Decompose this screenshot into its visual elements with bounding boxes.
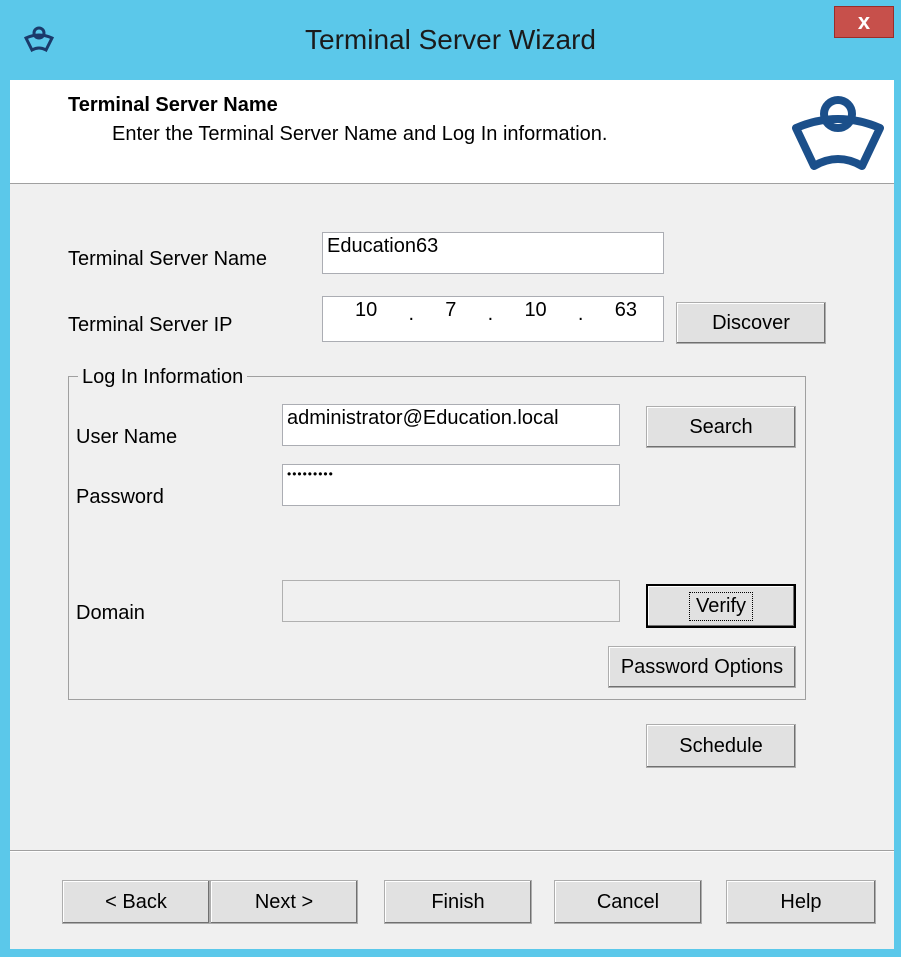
help-button[interactable]: Help [726,880,876,924]
ip-separator: . [577,303,584,325]
window-title: Terminal Server Wizard [305,24,596,55]
discover-button[interactable]: Discover [676,302,826,344]
user-name-label: User Name [76,426,178,448]
domain-label: Domain [76,602,145,624]
page-subtitle: Enter the Terminal Server Name and Log I… [112,123,608,145]
server-name-label: Terminal Server Name [68,248,267,270]
server-name-input[interactable]: Education63 [322,232,664,274]
search-button[interactable]: Search [646,406,796,448]
server-ip-label: Terminal Server IP [68,314,233,336]
schedule-button[interactable]: Schedule [646,724,796,768]
ip-separator: . [487,303,494,325]
thinmanager-logo-icon [790,90,886,176]
login-info-legend: Log In Information [78,366,248,389]
domain-input[interactable] [282,580,620,622]
ip-octet-4[interactable]: 63 [615,299,637,322]
ip-octet-1[interactable]: 10 [355,299,377,322]
user-name-input[interactable]: administrator@Education.local [282,404,620,446]
close-button[interactable]: x [834,6,894,38]
password-input[interactable]: ••••••••• [282,464,620,506]
finish-button[interactable]: Finish [384,880,532,924]
password-label: Password [76,486,164,508]
password-options-button[interactable]: Password Options [608,646,796,688]
wizard-header: Terminal Server Name Enter the Terminal … [10,80,894,184]
footer-divider [10,850,894,852]
next-button[interactable]: Next > [210,880,358,924]
wizard-window: Terminal Server Wizard x Terminal Server… [0,0,901,957]
cancel-button[interactable]: Cancel [554,880,702,924]
ip-octet-3[interactable]: 10 [524,299,546,322]
back-button[interactable]: < Back [62,880,210,924]
wizard-client-area: Terminal Server Name Enter the Terminal … [10,80,894,949]
ip-octet-2[interactable]: 7 [445,299,456,322]
page-title: Terminal Server Name [68,94,278,116]
server-ip-input[interactable]: 10 . 7 . 10 . 63 [322,296,664,342]
ip-separator: . [408,303,415,325]
verify-button[interactable]: Verify [646,584,796,628]
title-bar: Terminal Server Wizard x [0,0,901,80]
verify-label: Verify [688,591,754,621]
